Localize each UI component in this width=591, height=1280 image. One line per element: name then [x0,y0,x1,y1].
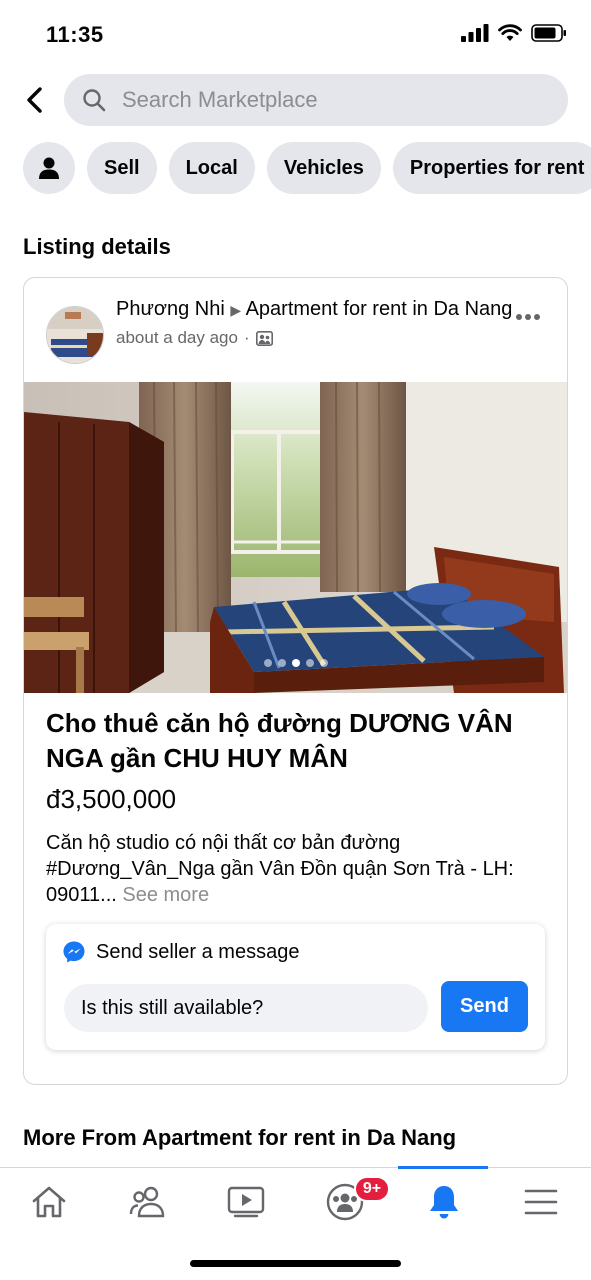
chip-sell[interactable]: Sell [87,142,157,194]
chip-properties-for-rent[interactable]: Properties for rent [392,142,591,194]
listing-price: đ3,500,000 [46,784,177,814]
search-placeholder: Search Marketplace [122,87,318,112]
listing-description: Căn hộ studio có nội thất cơ bản đường #… [46,830,551,908]
home-icon [32,1186,66,1218]
groups-badge: 9+ [354,1176,390,1202]
profile-chip[interactable] [23,142,75,194]
post-author-line: Phương Nhi ▶ Apartment for rent in Da Na… [116,296,516,323]
see-more-link[interactable]: See more [122,884,209,906]
listing-photo[interactable] [24,382,567,693]
listing-details-heading: Listing details [23,234,171,259]
separator-dot: · [243,328,250,347]
pagination-dot-active[interactable] [292,659,300,667]
arrow-right-icon: ▶ [230,302,242,318]
group-audience-icon [255,330,273,346]
message-input[interactable]: Is this still available? [64,984,428,1032]
chevron-left-icon [27,87,42,113]
category-chips: Sell Local Vehicles Properties for rent [23,142,591,194]
nav-watch[interactable] [226,1182,266,1222]
battery-icon [531,24,566,42]
pagination-dot[interactable] [278,659,286,667]
pagination-dot[interactable] [306,659,314,667]
chip-local[interactable]: Local [168,142,255,194]
post-time: about a day ago [116,328,238,347]
post-subline: about a day ago · [116,325,516,351]
friends-icon [129,1186,165,1218]
wifi-icon [498,24,522,41]
pagination-dot[interactable] [264,659,272,667]
message-header: Send seller a message [62,940,299,964]
status-time: 11:35 [46,22,104,47]
nav-home[interactable] [29,1182,69,1222]
more-options-icon[interactable] [515,312,541,322]
menu-icon [524,1189,558,1215]
nav-friends[interactable] [128,1182,168,1222]
search-icon [82,88,106,112]
notifications-icon [430,1186,458,1219]
search-input[interactable]: Search Marketplace [64,74,568,126]
messenger-icon [63,941,85,963]
post-meta: Phương Nhi ▶ Apartment for rent in Da Na… [116,296,516,351]
message-seller-box: Send seller a message Is this still avai… [46,924,545,1050]
person-icon [39,157,59,179]
active-tab-indicator [398,1166,488,1169]
signal-icon [461,24,489,42]
avatar[interactable] [46,306,104,364]
nav-menu[interactable] [521,1182,561,1222]
marketplace-listing-screen: 11:35 Search Marketplace Sell Local Vehi… [0,0,591,1280]
post-header: Phương Nhi ▶ Apartment for rent in Da Na… [24,278,567,382]
more-from-heading: More From Apartment for rent in Da Nang [23,1125,457,1150]
watch-icon [227,1186,265,1218]
photo-pagination [264,659,328,667]
pagination-dot[interactable] [320,659,328,667]
listing-title: Cho thuê căn hộ đường DƯƠNG VÂN NGA gần … [46,708,513,773]
listing-card: Phương Nhi ▶ Apartment for rent in Da Na… [23,277,568,1085]
post-group[interactable]: Apartment for rent in Da Nang [246,298,513,320]
post-author[interactable]: Phương Nhi [116,298,225,320]
nav-notifications[interactable] [424,1182,464,1222]
home-indicator [190,1260,401,1267]
back-button[interactable] [20,84,50,116]
bedroom-photo [24,382,567,693]
message-header-text: Send seller a message [96,940,300,963]
status-icons [461,24,567,42]
chip-vehicles[interactable]: Vehicles [266,142,381,194]
search-header: Search Marketplace [0,74,591,126]
description-text: Căn hộ studio có nội thất cơ bản đường #… [46,832,514,906]
status-bar: 11:35 [0,0,591,70]
send-button[interactable]: Send [441,981,528,1032]
